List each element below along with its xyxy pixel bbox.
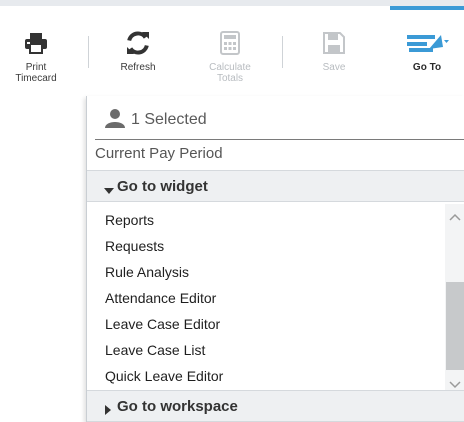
go-to-workspace-label: Go to workspace: [117, 398, 238, 415]
save-button[interactable]: Save: [306, 6, 362, 96]
go-to-widget-header[interactable]: Go to widget: [87, 170, 464, 202]
list-item-leave-case-editor[interactable]: Leave Case Editor: [105, 316, 220, 332]
go-to-button[interactable]: Go To: [390, 6, 464, 96]
go-to-workspace-header[interactable]: Go to workspace: [87, 390, 464, 422]
caret-down-icon: [104, 182, 114, 200]
chevron-up-icon[interactable]: [449, 208, 461, 226]
list-item-reports[interactable]: Reports: [105, 212, 154, 228]
divider: [95, 139, 464, 140]
selection-summary: 1 Selected: [87, 96, 464, 140]
person-icon: [105, 108, 125, 133]
print-label-line2: Timecard: [15, 73, 57, 84]
list-item-rule-analysis[interactable]: Rule Analysis: [105, 264, 189, 280]
widget-list-scrollbar[interactable]: [445, 204, 464, 396]
selected-count: 1 Selected: [131, 111, 207, 128]
pay-period-selector[interactable]: Current Pay Period: [95, 145, 223, 162]
list-item-leave-case-list[interactable]: Leave Case List: [105, 342, 205, 358]
list-item-quick-leave-editor[interactable]: Quick Leave Editor: [105, 368, 223, 384]
scroll-thumb[interactable]: [446, 282, 464, 370]
toolbar-separator: [88, 36, 89, 68]
go-to-dropdown-panel: 1 Selected Current Pay Period Go to widg…: [86, 96, 464, 422]
go-to-active-indicator: [390, 6, 464, 10]
toolbar: Print Timecard Refresh Calculate Totals …: [0, 6, 464, 96]
save-icon: [306, 28, 362, 58]
go-to-widget-label: Go to widget: [117, 178, 208, 195]
calculator-icon: [196, 28, 264, 58]
print-timecard-button[interactable]: Print Timecard: [0, 6, 72, 96]
go-to-arrow-icon: [390, 28, 464, 58]
toolbar-separator: [282, 36, 283, 68]
list-item-requests[interactable]: Requests: [105, 238, 164, 254]
widget-list: Reports Requests Rule Analysis Attendanc…: [87, 204, 464, 396]
calculate-label-line1: Calculate: [209, 62, 251, 73]
calculate-totals-button[interactable]: Calculate Totals: [196, 6, 264, 96]
list-item-attendance-editor[interactable]: Attendance Editor: [105, 290, 216, 306]
caret-right-icon: [104, 402, 112, 420]
refresh-label: Refresh: [120, 62, 156, 73]
refresh-button[interactable]: Refresh: [108, 6, 168, 96]
go-to-label: Go To: [412, 62, 442, 73]
printer-icon: [0, 28, 72, 58]
calculate-label-line2: Totals: [216, 73, 244, 84]
refresh-icon: [108, 28, 168, 58]
print-label-line1: Print: [25, 62, 47, 73]
save-label: Save: [322, 62, 346, 73]
